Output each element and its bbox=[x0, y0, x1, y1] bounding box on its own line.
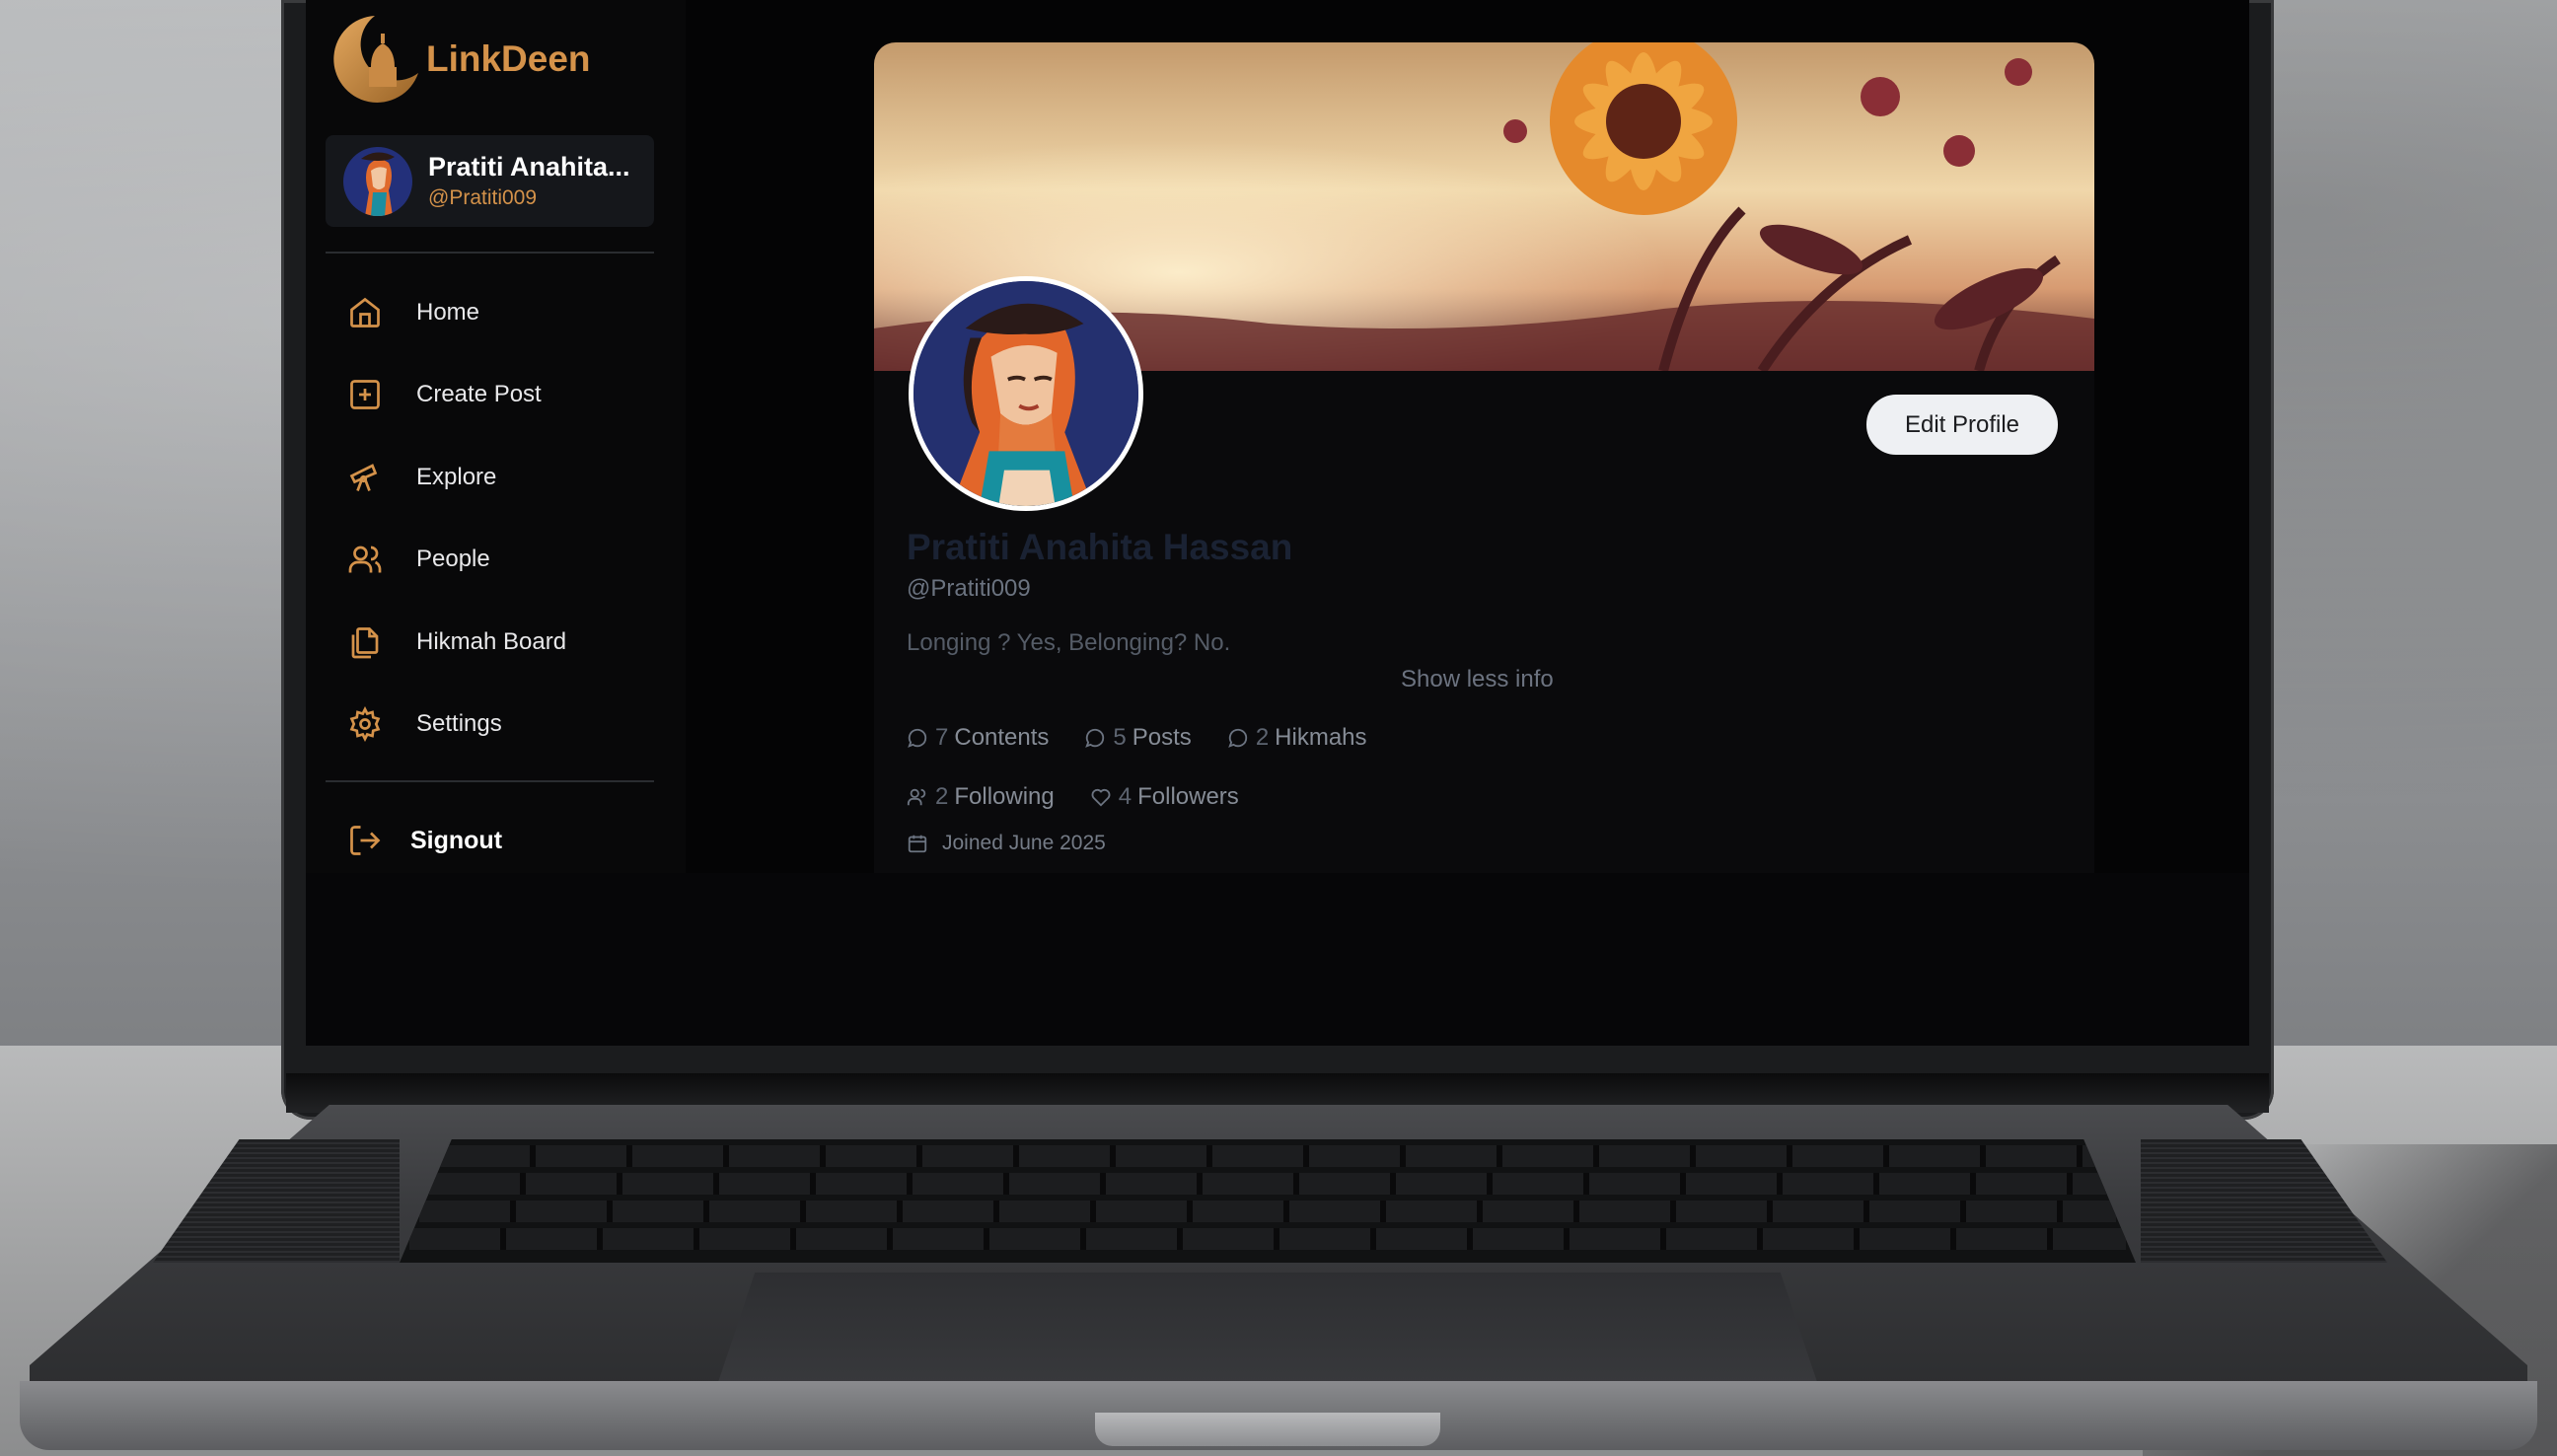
key-row bbox=[429, 1173, 2106, 1195]
home-icon bbox=[350, 297, 380, 328]
current-user-card[interactable]: Pratiti Anahita... @Pratiti009 bbox=[326, 135, 654, 227]
profile-stats-row: 7 Contents 5 Posts 2 Hikmahs bbox=[907, 724, 1403, 752]
key-row bbox=[409, 1228, 2126, 1250]
sidebar-item-people[interactable]: People bbox=[326, 519, 654, 602]
stat-number: 5 bbox=[1113, 724, 1127, 751]
show-less-info-link[interactable]: Show less info bbox=[1401, 666, 1554, 693]
sidebar-item-hikmah-board[interactable]: Hikmah Board bbox=[326, 601, 654, 684]
stat-number: 7 bbox=[935, 724, 949, 751]
users-icon bbox=[348, 546, 382, 573]
sidebar-divider bbox=[326, 252, 654, 254]
profile-handle: @Pratiti009 bbox=[907, 575, 1031, 602]
sidebar-item-label: People bbox=[416, 546, 490, 573]
user-handle: @Pratiti009 bbox=[428, 186, 538, 209]
main-content: Edit Profile Pratiti Anahita Hassan @Pra… bbox=[686, 0, 2249, 873]
profile-full-name: Pratiti Anahita Hassan bbox=[907, 527, 1293, 567]
sidebar-item-label: Hikmah Board bbox=[416, 627, 567, 655]
plus-square-icon bbox=[350, 380, 380, 410]
stat-number: 2 bbox=[935, 783, 949, 810]
stat-number: 4 bbox=[1118, 783, 1132, 810]
stat-label: Followers bbox=[1137, 783, 1239, 810]
gear-icon bbox=[349, 706, 381, 743]
signout-label: Signout bbox=[410, 826, 503, 854]
files-icon bbox=[351, 626, 379, 659]
crescent-mosque-icon bbox=[333, 16, 418, 103]
message-icon bbox=[1227, 728, 1247, 748]
laptop-keyboard bbox=[400, 1139, 2136, 1263]
profile-bio: Longing ? Yes, Belonging? No. bbox=[907, 629, 1231, 656]
sidebar-item-label: Home bbox=[416, 298, 480, 326]
app-logo[interactable]: LinkDeen bbox=[326, 10, 591, 109]
stat-followers[interactable]: 4 Followers bbox=[1090, 783, 1239, 811]
users-icon bbox=[907, 788, 926, 806]
sidebar-nav: Home Create Post Explore People Hikmah B… bbox=[326, 271, 654, 765]
stat-label: Hikmahs bbox=[1275, 724, 1367, 751]
message-icon bbox=[908, 728, 927, 748]
sidebar-item-label: Explore bbox=[416, 463, 497, 490]
stat-following[interactable]: 2 Following bbox=[907, 783, 1055, 811]
stat-label: Contents bbox=[954, 724, 1050, 751]
laptop-screen: LinkDeen Pratiti Anahita... @Pratiti009 bbox=[306, 0, 2249, 1046]
user-display-name: Pratiti Anahita... bbox=[428, 152, 630, 182]
stat-contents[interactable]: 7 Contents bbox=[907, 724, 1049, 752]
stat-hikmahs[interactable]: 2 Hikmahs bbox=[1227, 724, 1367, 752]
stat-label: Posts bbox=[1132, 724, 1192, 751]
user-card-names: Pratiti Anahita... @Pratiti009 bbox=[428, 152, 630, 210]
sidebar: LinkDeen Pratiti Anahita... @Pratiti009 bbox=[306, 0, 686, 873]
joined-label: Joined June 2025 bbox=[942, 832, 1106, 854]
stat-posts[interactable]: 5 Posts bbox=[1084, 724, 1192, 752]
profile-avatar[interactable] bbox=[909, 276, 1143, 511]
message-icon bbox=[1085, 728, 1105, 748]
key-row bbox=[439, 1145, 2096, 1167]
sidebar-item-label: Settings bbox=[416, 710, 502, 738]
sidebar-divider bbox=[326, 780, 654, 782]
sidebar-item-create-post[interactable]: Create Post bbox=[326, 354, 654, 437]
app-window: LinkDeen Pratiti Anahita... @Pratiti009 bbox=[306, 0, 2249, 873]
sidebar-item-explore[interactable]: Explore bbox=[326, 436, 654, 519]
calendar-icon bbox=[908, 835, 927, 853]
app-logo-text: LinkDeen bbox=[426, 38, 591, 79]
joined-date: Joined June 2025 bbox=[907, 832, 1106, 855]
portrait-avatar-image bbox=[343, 146, 412, 216]
sidebar-item-settings[interactable]: Settings bbox=[326, 684, 654, 766]
edit-profile-button[interactable]: Edit Profile bbox=[1866, 395, 2058, 455]
profile-card: Edit Profile Pratiti Anahita Hassan @Pra… bbox=[874, 42, 2094, 873]
avatar bbox=[343, 146, 412, 216]
signout-button[interactable]: Signout bbox=[326, 811, 502, 870]
key-row bbox=[419, 1201, 2116, 1222]
telescope-icon bbox=[349, 463, 378, 491]
stat-number: 2 bbox=[1255, 724, 1270, 751]
logout-icon bbox=[350, 826, 381, 855]
sidebar-item-home[interactable]: Home bbox=[326, 271, 654, 354]
stat-label: Following bbox=[954, 783, 1055, 810]
profile-follow-row: 2 Following 4 Followers bbox=[907, 783, 1275, 811]
portrait-avatar-image bbox=[913, 281, 1138, 506]
sidebar-item-label: Create Post bbox=[416, 381, 542, 408]
laptop-notch bbox=[1095, 1413, 1440, 1446]
heart-icon bbox=[1091, 788, 1111, 807]
